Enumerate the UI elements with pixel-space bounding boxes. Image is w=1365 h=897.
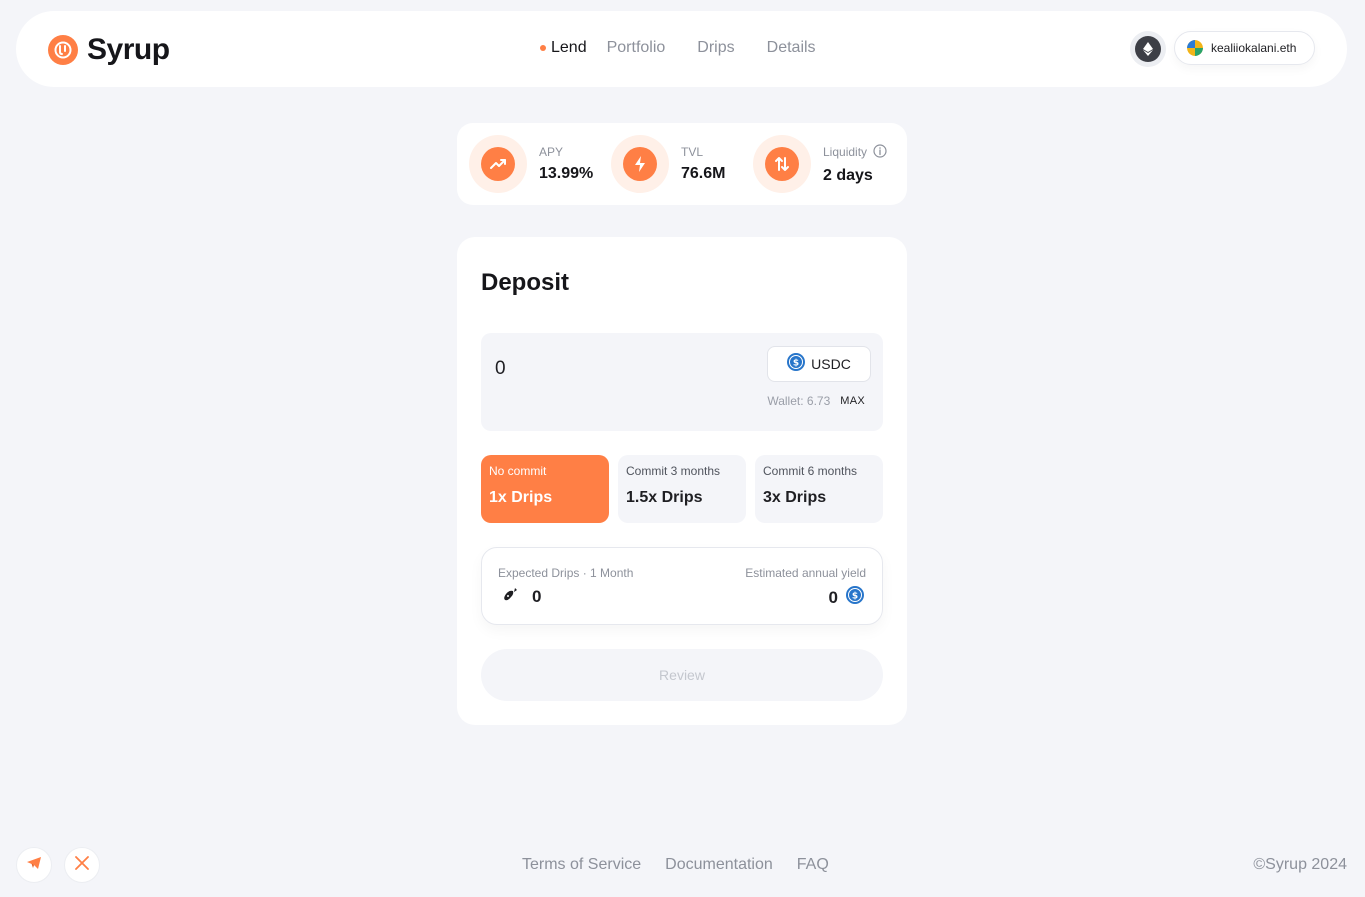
expected-summary: Expected Drips · 1 Month Estimated annua… [481,547,883,625]
nav-item-portfolio[interactable]: Portfolio [607,39,666,57]
option-sub: Commit 6 months [763,464,858,478]
nav-item-lend[interactable]: Lend [540,39,587,57]
faq-link[interactable]: FAQ [797,856,829,874]
svg-text:$: $ [793,358,799,368]
deposit-card: Deposit $ USDC Wallet: 6.73 MAX No commi… [457,237,907,725]
x-twitter-button[interactable] [64,847,100,883]
option-main: 1.5x Drips [626,489,703,506]
option-sub: Commit 3 months [626,464,721,478]
nav-item-details[interactable]: Details [767,39,816,57]
stat-label-row: Liquidity [823,143,887,161]
wallet-button[interactable]: kealiiokalani.eth [1174,31,1315,65]
stat-value: 13.99% [539,165,594,182]
wallet-balance-line: Wallet: 6.73 MAX [767,394,865,408]
brand-name: Syrup [87,33,170,66]
svg-text:$: $ [852,592,858,602]
stat-tvl: TVL 76.6M [611,135,753,193]
amount-box: $ USDC Wallet: 6.73 MAX [481,333,883,431]
max-button[interactable]: MAX [840,395,865,407]
nav-item-label: Details [766,39,816,56]
stat-icon-wrap [469,135,527,193]
main-nav: Lend Portfolio Drips Details [540,39,848,57]
stat-value: 76.6M [681,165,726,182]
lightning-icon [623,147,657,181]
stat-label: APY [539,145,564,159]
copyright: ©Syrup 2024 [1253,856,1347,873]
arrows-up-down-icon [765,147,799,181]
wallet-balance: Wallet: 6.73 [767,394,831,408]
stat-apy: APY 13.99% [469,135,611,193]
option-commit-3-months[interactable]: Commit 3 months 1.5x Drips [618,455,746,523]
stat-icon-wrap [611,135,669,193]
stat-value: 2 days [823,166,873,184]
option-sub: No commit [489,464,547,478]
option-main: 1x Drips [489,489,553,506]
stat-icon-wrap [753,135,811,193]
active-dot-icon [540,45,546,51]
documentation-link[interactable]: Documentation [665,856,773,874]
expected-drips-value: 0 [532,586,542,606]
nav-item-label: Portfolio [606,39,666,56]
review-button[interactable]: Review [481,649,883,701]
telegram-button[interactable] [16,847,52,883]
option-no-commit[interactable]: No commit 1x Drips [481,455,609,523]
wallet-address: kealiiokalani.eth [1211,41,1297,55]
option-commit-6-months[interactable]: Commit 6 months 3x Drips [755,455,883,523]
info-icon[interactable] [873,143,887,161]
annual-yield-value: 0 [828,587,838,607]
commit-options: No commit 1x Drips Commit 3 months 1.5x … [481,455,883,523]
stat-label: Liquidity [823,145,868,159]
top-header: Syrup Lend Portfolio Drips Details keali… [16,11,1347,87]
deposit-title: Deposit [481,269,570,296]
telegram-icon [26,856,42,875]
stat-liquidity: Liquidity 2 days [753,135,895,193]
terms-link[interactable]: Terms of Service [522,856,641,874]
syrup-drop-logo-icon [48,35,78,65]
expected-drips-label: Expected Drips · 1 Month [498,566,634,580]
network-button[interactable] [1130,31,1166,67]
wallet-avatar [1187,40,1203,56]
stat-label: TVL [681,145,704,159]
usdc-icon: $ [787,352,806,376]
expected-drips-row: 0 [502,586,541,607]
syrup-logo[interactable]: Syrup [48,33,170,67]
pool-stats: APY 13.99% TVL 76.6M Liquidity 2 days [457,123,907,205]
drip-icon [502,586,518,607]
nav-item-label: Lend [551,39,587,56]
annual-yield-row: 0 $ [829,586,864,609]
footer-links: Terms of Service Documentation FAQ [522,856,853,874]
option-main: 3x Drips [763,489,827,506]
trend-up-icon [481,147,515,181]
nav-item-label: Drips [697,39,735,56]
annual-yield-label: Estimated annual yield [745,566,866,580]
x-icon [75,855,89,875]
ethereum-icon [1135,36,1161,62]
nav-item-drips[interactable]: Drips [697,39,734,57]
token-select-button[interactable]: $ USDC [767,346,871,382]
usdc-icon: $ [846,586,864,609]
token-label: USDC [811,356,851,372]
amount-input[interactable] [495,355,735,383]
